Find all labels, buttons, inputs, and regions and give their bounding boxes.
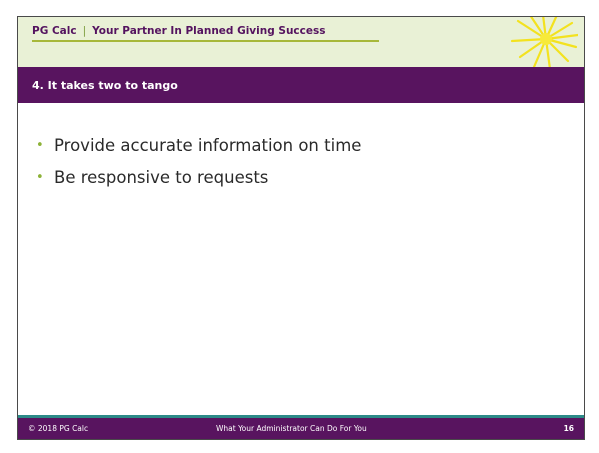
top-banner: PG Calc | Your Partner In Planned Giving S… (18, 17, 584, 69)
list-item: • Be responsive to requests (36, 167, 556, 199)
brand-separator: | (82, 25, 87, 37)
list-item: • Provide accurate information on time (36, 135, 556, 167)
starburst-icon (510, 17, 578, 69)
bullet-dot-icon: • (36, 138, 44, 153)
bullet-text: Be responsive to requests (54, 168, 269, 187)
footer-copyright: © 2018 PG Calc (28, 424, 89, 433)
brand-tagline: Your Partner In Planned Giving Success (92, 25, 326, 37)
brand-name: PG Calc (32, 25, 77, 37)
page-number: 16 (563, 424, 574, 433)
bullet-list: • Provide accurate information on time •… (36, 135, 556, 199)
slide-title: 4. It takes two to tango (32, 79, 178, 92)
bullet-text: Provide accurate information on time (54, 136, 362, 155)
title-bar: 4. It takes two to tango (18, 67, 584, 103)
brand-underline (32, 40, 379, 42)
bullet-dot-icon: • (36, 170, 44, 185)
slide: PG Calc | Your Partner In Planned Giving S… (17, 16, 585, 440)
brand-line: PG Calc | Your Partner In Planned Giving S… (32, 25, 326, 37)
footer-title: What Your Administrator Can Do For You (216, 424, 367, 433)
footer: © 2018 PG Calc What Your Administrator C… (18, 418, 584, 439)
